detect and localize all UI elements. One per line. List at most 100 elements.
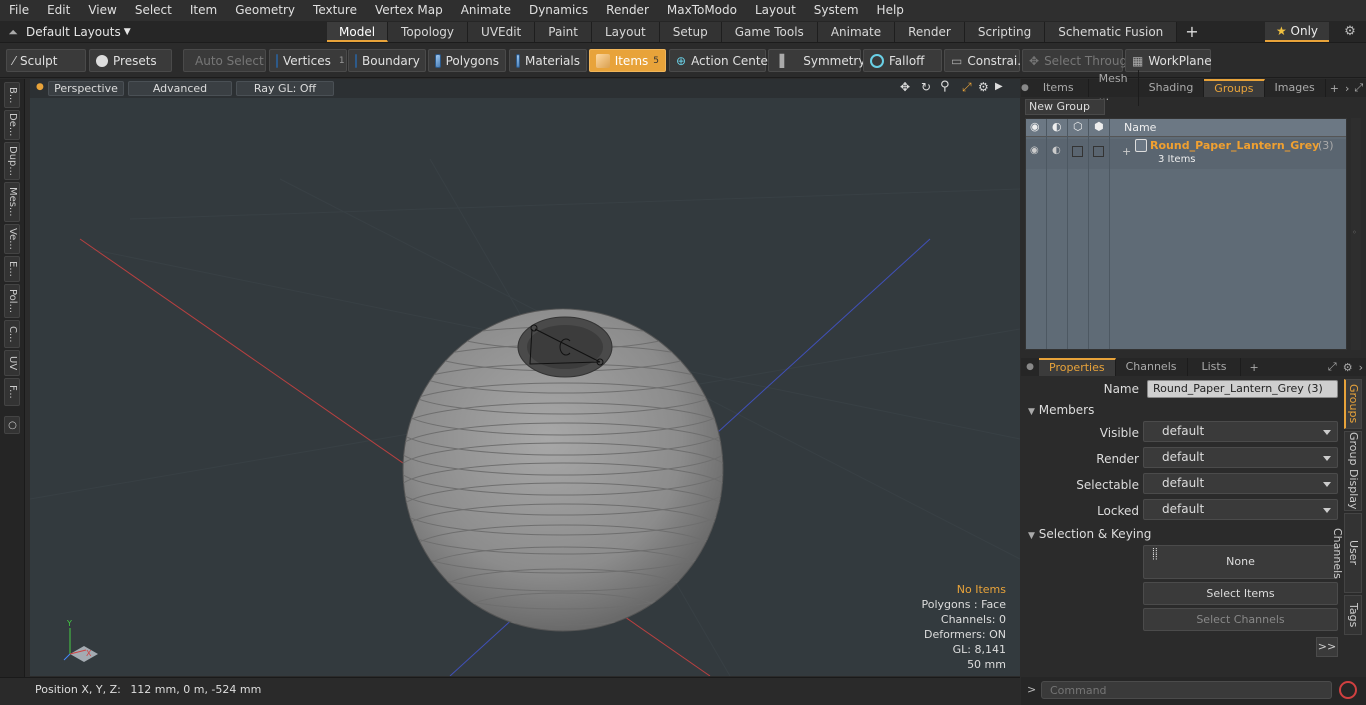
left-tab-basic[interactable]: B...	[4, 82, 20, 108]
menu-texture[interactable]: Texture	[304, 0, 366, 21]
tab-game-tools[interactable]: Game Tools	[721, 22, 818, 42]
eye-icon[interactable]: ◉	[1030, 120, 1040, 133]
auto-select-button[interactable]: Auto Select	[183, 49, 266, 72]
left-tab-mesh[interactable]: Mes...	[4, 182, 20, 222]
constraints-button[interactable]: ▭ Constrai...	[944, 49, 1029, 72]
tab-model[interactable]: Model	[327, 22, 389, 42]
left-tab-curve[interactable]: C...	[4, 320, 20, 348]
left-tab-extra[interactable]: ○	[4, 416, 20, 434]
tab-paint[interactable]: Paint	[535, 22, 592, 42]
tab-render[interactable]: Render	[895, 22, 965, 42]
menu-layout[interactable]: Layout	[746, 0, 805, 21]
play-icon[interactable]: ▶	[995, 81, 1003, 92]
menu-geometry[interactable]: Geometry	[226, 0, 304, 21]
tab-uvedit[interactable]: UVEdit	[468, 22, 536, 42]
tab-groups[interactable]: Groups	[1204, 79, 1265, 97]
action-center-button[interactable]: ⊕ Action Center	[669, 49, 773, 72]
menu-system[interactable]: System	[805, 0, 868, 21]
zoom-icon[interactable]: ⚲	[940, 79, 950, 94]
menu-file[interactable]: File	[0, 0, 38, 21]
selectable-dropdown[interactable]: default	[1143, 473, 1338, 494]
locked-dropdown[interactable]: default	[1143, 499, 1338, 520]
raygl-button[interactable]: Ray GL: Off	[236, 81, 334, 96]
left-tab-fusion[interactable]: F...	[4, 378, 20, 406]
props-play-icon[interactable]: ›	[1356, 361, 1366, 374]
select-channels-button[interactable]: Select Channels	[1143, 608, 1338, 631]
menu-render[interactable]: Render	[597, 0, 658, 21]
move-icon[interactable]: ✥	[900, 80, 910, 94]
falloff-button[interactable]: Falloff	[863, 49, 942, 72]
panel-menu-icon[interactable]: ●	[1021, 83, 1029, 93]
left-tab-uv[interactable]: UV	[4, 350, 20, 376]
only-toggle[interactable]: ★ Only	[1265, 22, 1329, 42]
row-eye-icon[interactable]: ◉	[1030, 145, 1039, 156]
left-tab-polygon[interactable]: Pol...	[4, 284, 20, 318]
keying-none-button[interactable]: ⁝⁝ ⁝⁝ None	[1143, 545, 1338, 579]
row-select-checkbox[interactable]	[1093, 146, 1104, 157]
expand-plus-icon[interactable]: +	[1122, 145, 1131, 158]
tab-items[interactable]: Items	[1029, 79, 1089, 97]
boundary-button[interactable]: Boundary	[348, 49, 426, 72]
visible-dropdown[interactable]: default	[1143, 421, 1338, 442]
tab-layout[interactable]: Layout	[591, 22, 660, 42]
sculpt-button[interactable]: ⁄ Sculpt	[6, 49, 86, 72]
render-dropdown[interactable]: default	[1143, 447, 1338, 468]
rotate-icon[interactable]: ↻	[921, 80, 931, 94]
members-section[interactable]: ▼ Members	[1028, 403, 1094, 417]
polygons-button[interactable]: Polygons	[428, 49, 506, 72]
shading-button[interactable]: Advanced	[128, 81, 232, 96]
tab-lists[interactable]: Lists	[1188, 358, 1242, 376]
panel-chevron-icon[interactable]: ›	[1343, 82, 1351, 95]
props-gear-icon[interactable]: ⚙	[1340, 361, 1356, 374]
side-tab-user-channels[interactable]: User Channels	[1331, 513, 1362, 593]
tab-images[interactable]: Images	[1265, 79, 1326, 97]
render-icon[interactable]: ◐	[1052, 120, 1062, 133]
left-tab-deform[interactable]: De...	[4, 110, 20, 140]
tab-shading[interactable]: Shading	[1139, 79, 1205, 97]
view-mode-button[interactable]: Perspective	[48, 81, 124, 96]
tab-channels[interactable]: Channels	[1116, 358, 1188, 376]
tab-scripting[interactable]: Scripting	[964, 22, 1046, 42]
menu-item[interactable]: Item	[181, 0, 226, 21]
menu-maxtomodo[interactable]: MaxToModo	[658, 0, 746, 21]
items-button[interactable]: Items 5	[589, 49, 666, 72]
vertices-button[interactable]: Vertices 1	[269, 49, 347, 72]
row-render-icon[interactable]: ◐	[1052, 145, 1061, 156]
side-tab-groups[interactable]: Groups	[1344, 379, 1362, 429]
menu-edit[interactable]: Edit	[38, 0, 79, 21]
left-tab-vertex[interactable]: Ve...	[4, 224, 20, 254]
menu-view[interactable]: View	[79, 0, 125, 21]
tab-properties[interactable]: Properties	[1039, 358, 1116, 376]
layout-dropdown[interactable]: ⏶ Default Layouts ▼	[0, 21, 130, 43]
group-row[interactable]: ◉ ◐ + Round_Paper_Lantern_Grey (3) 3 Ite…	[1026, 139, 1346, 169]
select-items-button[interactable]: Select Items	[1143, 582, 1338, 605]
add-props-tab-button[interactable]: +	[1241, 361, 1266, 374]
more-button[interactable]: >>	[1316, 637, 1338, 657]
record-icon[interactable]	[1339, 681, 1357, 699]
tab-topology[interactable]: Topology	[388, 22, 469, 42]
selection-keying-section[interactable]: ▼ Selection & Keying	[1028, 527, 1151, 541]
menu-dynamics[interactable]: Dynamics	[520, 0, 597, 21]
tab-animate[interactable]: Animate	[817, 22, 896, 42]
list-scrollbar[interactable]: ◦	[1351, 118, 1361, 350]
tab-setup[interactable]: Setup	[659, 22, 722, 42]
menu-vertex-map[interactable]: Vertex Map	[366, 0, 452, 21]
3d-viewport[interactable]: Y X ● Perspective Advanced Ray GL: Off ✥…	[30, 79, 1020, 676]
workplane-button[interactable]: ▦ WorkPlane	[1125, 49, 1212, 72]
gear-icon[interactable]: ⚙	[1340, 22, 1360, 42]
materials-button[interactable]: Materials	[509, 49, 587, 72]
maximize-icon[interactable]: ⤢	[962, 80, 972, 95]
add-tab-button[interactable]: +	[1177, 22, 1206, 42]
side-tab-group-display[interactable]: Group Display	[1344, 431, 1362, 511]
menu-help[interactable]: Help	[868, 0, 913, 21]
row-lock-checkbox[interactable]	[1072, 146, 1083, 157]
tab-schematic-fusion[interactable]: Schematic Fusion	[1045, 22, 1178, 42]
presets-button[interactable]: Presets	[89, 49, 172, 72]
viewport-gear-icon[interactable]: ⚙	[978, 80, 989, 94]
command-input[interactable]	[1041, 681, 1332, 699]
panel-expand-icon[interactable]: ⤢	[1351, 81, 1366, 95]
lock-icon[interactable]: ⬡	[1073, 120, 1083, 133]
group-name[interactable]: Round_Paper_Lantern_Grey	[1150, 139, 1319, 152]
side-tab-tags[interactable]: Tags	[1344, 595, 1362, 635]
menu-animate[interactable]: Animate	[452, 0, 520, 21]
